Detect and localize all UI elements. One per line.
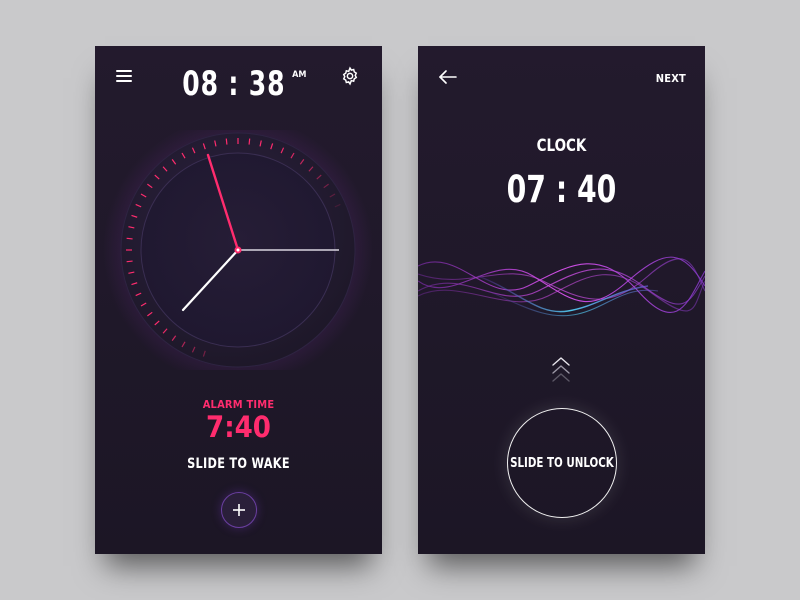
alarm-time-value[interactable]: 7:40 bbox=[95, 410, 382, 444]
unlock-screen: NEXT CLOCK 07 : 40 SLIDE TO UNLOCK bbox=[418, 46, 705, 554]
chevrons-up-icon bbox=[552, 357, 570, 382]
add-alarm-button[interactable] bbox=[221, 492, 257, 528]
clock-time: 07 : 40 bbox=[506, 168, 617, 211]
clock-tick bbox=[126, 237, 133, 240]
alarm-screen: 08 : 38 AM ALARM TIME 7:40 SLIDE TO WAKE bbox=[95, 46, 382, 554]
arrow-left-icon[interactable] bbox=[438, 70, 458, 84]
next-link[interactable]: NEXT bbox=[656, 72, 686, 85]
time-value: 08 : 38 bbox=[181, 64, 285, 104]
slide-to-unlock-button[interactable]: SLIDE TO UNLOCK bbox=[507, 408, 617, 518]
time-ampm: AM bbox=[292, 70, 307, 80]
plus-icon bbox=[233, 504, 245, 516]
clock-tick bbox=[126, 260, 133, 263]
current-time: 08 : 38 AM bbox=[95, 64, 382, 104]
clock-tick bbox=[225, 138, 228, 145]
slide-to-wake-label[interactable]: SLIDE TO WAKE bbox=[109, 456, 367, 472]
clock-center-dot bbox=[236, 248, 240, 252]
clock-label: CLOCK bbox=[536, 136, 587, 156]
gear-icon[interactable] bbox=[340, 66, 360, 86]
sound-wave-graphic bbox=[418, 256, 705, 317]
analog-clock bbox=[103, 130, 373, 370]
slide-to-unlock-label: SLIDE TO UNLOCK bbox=[510, 455, 614, 471]
clock-tick bbox=[248, 138, 251, 145]
